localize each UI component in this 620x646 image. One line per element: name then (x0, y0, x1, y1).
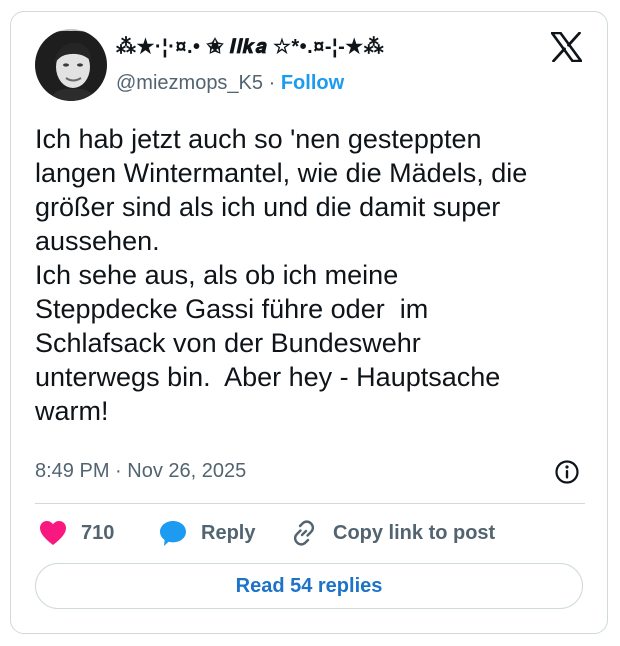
divider (35, 503, 585, 504)
tweet-text: Ich hab jetzt auch so 'nen gesteppten la… (35, 124, 528, 426)
tweet-date: Nov 26, 2025 (127, 460, 247, 482)
read-replies-label: Read 54 replies (235, 574, 383, 597)
reply-label: Reply (201, 521, 256, 544)
author-handle-row: @miezmops_K5 · Follow (116, 70, 344, 96)
follow-button[interactable]: Follow (281, 72, 344, 94)
avatar-photo (35, 29, 107, 101)
author-display-name[interactable]: ⁂★·¦·¤.• ✬ 𝑰𝒍𝒌𝒂 ☆*•.¤-¦-★⁂ (116, 34, 384, 60)
read-replies-button[interactable]: Read 54 replies (35, 563, 583, 609)
tweet-timestamp[interactable]: 8:49 PM · Nov 26, 2025 (35, 458, 246, 484)
like-button[interactable]: 710 (39, 516, 114, 550)
avatar[interactable] (35, 29, 107, 101)
author-handle[interactable]: @miezmops_K5 (116, 72, 263, 94)
like-count: 710 (81, 521, 115, 544)
x-logo-icon[interactable] (550, 31, 583, 63)
speech-bubble-icon (159, 519, 187, 547)
info-icon[interactable] (554, 459, 580, 485)
copy-link-label: Copy link to post (333, 521, 496, 544)
tweet-time: 8:49 PM (35, 460, 110, 482)
handle-separator: · (268, 72, 276, 94)
link-icon (289, 518, 319, 548)
copy-link-button[interactable]: Copy link to post (289, 516, 495, 550)
timestamp-separator: · (115, 460, 122, 482)
heart-icon (39, 520, 67, 546)
tweet-card: ⁂★·¦·¤.• ✬ 𝑰𝒍𝒌𝒂 ☆*•.¤-¦-★⁂ @miezmops_K5 … (10, 11, 608, 634)
reply-button[interactable]: Reply (159, 516, 255, 550)
